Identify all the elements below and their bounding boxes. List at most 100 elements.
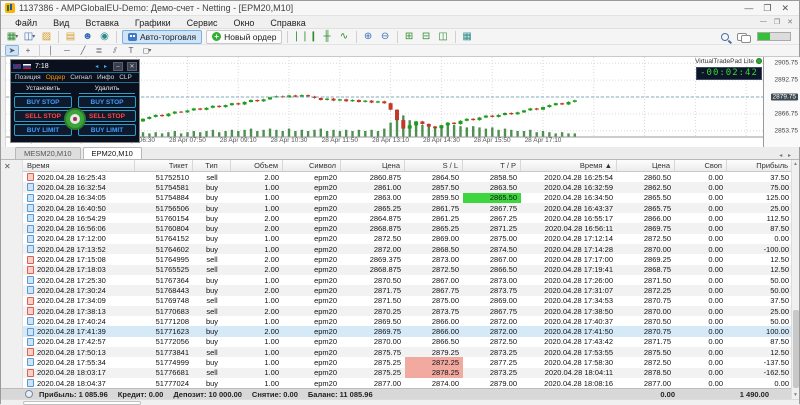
- equidistant-channel-icon[interactable]: ⫽: [108, 45, 122, 56]
- vertical-scroll-thumb[interactable]: [793, 310, 799, 388]
- column-header-9[interactable]: Цена: [617, 160, 675, 171]
- market-icon[interactable]: ▤: [63, 30, 78, 44]
- chart-profiles-icon[interactable]: ◫▾: [22, 30, 37, 44]
- zoom-out-icon[interactable]: ⊖: [378, 30, 393, 44]
- table-row[interactable]: 2020.04.28 17:18:0351765525sell2.00epm20…: [23, 265, 793, 275]
- table-row[interactable]: 2020.04.28 16:54:2951760154buy2.00epm202…: [23, 213, 793, 223]
- table-row[interactable]: 2020.04.28 17:34:0951769748sell1.00epm20…: [23, 296, 793, 306]
- close-button[interactable]: ✕: [781, 3, 789, 14]
- vtp-nav-arrows[interactable]: ◂ ▸: [95, 63, 109, 70]
- horizontal-scrollbar[interactable]: [1, 399, 799, 405]
- column-header-8[interactable]: Время ▲: [521, 160, 617, 171]
- table-row[interactable]: 2020.04.28 16:56:0651760804buy2.00epm202…: [23, 223, 793, 233]
- horizontal-scroll-thumb[interactable]: [23, 401, 141, 405]
- arrange-vertical-icon[interactable]: ◫: [436, 30, 451, 44]
- vtp-tab-Инфо[interactable]: Инфо: [97, 74, 114, 81]
- mdi-minimize-button[interactable]: —: [760, 18, 767, 26]
- column-header-2[interactable]: Тип: [193, 160, 231, 171]
- menu-item-Окно[interactable]: Окно: [226, 18, 263, 28]
- table-row[interactable]: 2020.04.28 17:41:3951771623buy2.00epm202…: [23, 326, 793, 336]
- column-header-5[interactable]: Цена: [341, 160, 405, 171]
- vertical-scrollbar[interactable]: ▲ ▼: [791, 160, 799, 399]
- table-row[interactable]: 2020.04.28 16:25:4351752510sell2.00epm20…: [23, 172, 793, 182]
- column-header-1[interactable]: Тикет: [135, 160, 193, 171]
- column-header-3[interactable]: Объем: [231, 160, 283, 171]
- mdi-restore-button[interactable]: ❐: [774, 18, 780, 26]
- table-row[interactable]: 2020.04.28 17:25:3051767364buy1.00epm202…: [23, 275, 793, 285]
- column-header-7[interactable]: T / P: [463, 160, 521, 171]
- vtp-tab-CLP[interactable]: CLP: [119, 74, 132, 81]
- vtp-close-button[interactable]: ✕: [127, 62, 137, 71]
- table-row[interactable]: 2020.04.28 17:55:3451774999buy1.00epm202…: [23, 357, 793, 367]
- scroll-up-icon[interactable]: ▲: [792, 161, 799, 167]
- chat-icon[interactable]: [737, 33, 749, 41]
- menu-item-Справка[interactable]: Справка: [262, 18, 313, 28]
- maximize-button[interactable]: ❐: [763, 3, 771, 14]
- chart-tab-EPM20,M10[interactable]: EPM20,M10: [83, 147, 142, 159]
- new-chart-icon[interactable]: ▦▾: [5, 30, 20, 44]
- scroll-down-icon[interactable]: ▼: [792, 392, 799, 398]
- vtp-tab-Сигнал[interactable]: Сигнал: [70, 74, 92, 81]
- menu-item-Графики[interactable]: Графики: [127, 18, 179, 28]
- vtp-delete-button-buy-limit[interactable]: BUY LIMIT: [78, 124, 136, 136]
- trendline-icon[interactable]: ╱: [76, 45, 90, 56]
- horizontal-line-icon[interactable]: ─: [60, 45, 74, 56]
- column-header-10[interactable]: Своп: [675, 160, 727, 171]
- table-row[interactable]: 2020.04.28 17:30:2451768443buy2.00epm202…: [23, 285, 793, 295]
- arrange-horizontal-icon[interactable]: ⊟: [419, 30, 434, 44]
- table-row[interactable]: 2020.04.28 17:50:1351773841sell1.00epm20…: [23, 347, 793, 357]
- new-order-button[interactable]: + Новый ордер: [206, 30, 282, 44]
- minimize-button[interactable]: —: [744, 3, 753, 14]
- vtp-tab-Ордер[interactable]: Ордер: [46, 74, 66, 81]
- menu-item-Вид[interactable]: Вид: [45, 18, 77, 28]
- vtp-minimize-button[interactable]: –: [113, 62, 123, 71]
- table-row[interactable]: 2020.04.28 17:13:5251764602buy1.00epm202…: [23, 244, 793, 254]
- vertical-line-icon[interactable]: │: [44, 45, 58, 56]
- mdi-close-button[interactable]: ✕: [787, 18, 793, 26]
- chart-area[interactable]: 28 Apr 202028 Apr 05:1028 Apr 06:3028 Ap…: [5, 57, 763, 147]
- signals-icon[interactable]: ◉: [97, 30, 112, 44]
- search-icon[interactable]: [721, 33, 729, 41]
- depth-of-market-icon[interactable]: ▦: [460, 30, 475, 44]
- vtp-target-icon[interactable]: [64, 108, 86, 130]
- menu-item-Файл[interactable]: Файл: [7, 18, 45, 28]
- fibonacci-icon[interactable]: ≣: [92, 45, 106, 56]
- table-row[interactable]: 2020.04.28 18:03:1751776681sell1.00epm20…: [23, 368, 793, 378]
- shapes-icon[interactable]: ◻▾: [140, 45, 154, 56]
- crosshair-icon[interactable]: +: [21, 45, 35, 56]
- table-row[interactable]: 2020.04.28 17:40:2451771208buy1.00epm202…: [23, 316, 793, 326]
- table-row[interactable]: 2020.04.28 16:32:5451754581buy1.00epm202…: [23, 182, 793, 192]
- table-row[interactable]: 2020.04.28 17:15:0851764995sell2.00epm20…: [23, 254, 793, 264]
- chart-tab-scroll-arrows[interactable]: ◂ ▸: [779, 152, 799, 159]
- column-header-0[interactable]: Время: [23, 160, 135, 171]
- chart-tab-MESM20,M10[interactable]: MESM20,M10: [15, 147, 81, 159]
- menu-item-Сервис[interactable]: Сервис: [179, 18, 226, 28]
- vtp-tab-Позиция[interactable]: Позиция: [15, 74, 41, 81]
- column-header-4[interactable]: Символ: [283, 160, 341, 171]
- vtp-titlebar[interactable]: 7:18 ◂ ▸ – ✕: [11, 60, 139, 72]
- table-row[interactable]: 2020.04.28 17:38:1351770683sell2.00epm20…: [23, 306, 793, 316]
- vtp-set-button-buy-stop[interactable]: BUY STOP: [14, 96, 72, 108]
- table-row[interactable]: 2020.04.28 17:12:0051764152buy1.00epm202…: [23, 234, 793, 244]
- text-label-icon[interactable]: T: [124, 45, 138, 56]
- tile-windows-icon[interactable]: ⊞: [402, 30, 417, 44]
- candles-chart-icon[interactable]: ╫: [320, 30, 335, 44]
- vtp-delete-button-buy-stop[interactable]: BUY STOP: [78, 96, 136, 108]
- line-chart-icon[interactable]: ∿: [337, 30, 352, 44]
- table-row[interactable]: 2020.04.28 17:42:5751772056buy1.00epm202…: [23, 337, 793, 347]
- vtp-delete-button-sell-stop[interactable]: SELL STOP: [78, 110, 136, 122]
- zoom-in-icon[interactable]: ⊕: [361, 30, 376, 44]
- column-header-11[interactable]: Прибыль: [727, 160, 793, 171]
- table-row[interactable]: 2020.04.28 18:04:3751777024buy1.00epm202…: [23, 378, 793, 388]
- auto-trading-button[interactable]: Авто-торговля: [122, 30, 202, 44]
- table-row[interactable]: 2020.04.28 16:34:0551754884buy1.00epm202…: [23, 193, 793, 203]
- vtp-set-button-buy-limit[interactable]: BUY LIMIT: [14, 124, 72, 136]
- column-header-6[interactable]: S / L: [405, 160, 463, 171]
- toolbox-close-icon[interactable]: ✕: [4, 162, 11, 171]
- table-row[interactable]: 2020.04.28 16:40:5051756506buy1.00epm202…: [23, 203, 793, 213]
- menu-item-Вставка[interactable]: Вставка: [77, 18, 126, 28]
- bars-chart-icon[interactable]: ❘❘❙: [292, 30, 317, 44]
- history-center-icon[interactable]: ▨: [39, 30, 54, 44]
- contacts-icon[interactable]: ☻: [80, 30, 95, 44]
- cursor-icon[interactable]: ➤: [5, 45, 19, 56]
